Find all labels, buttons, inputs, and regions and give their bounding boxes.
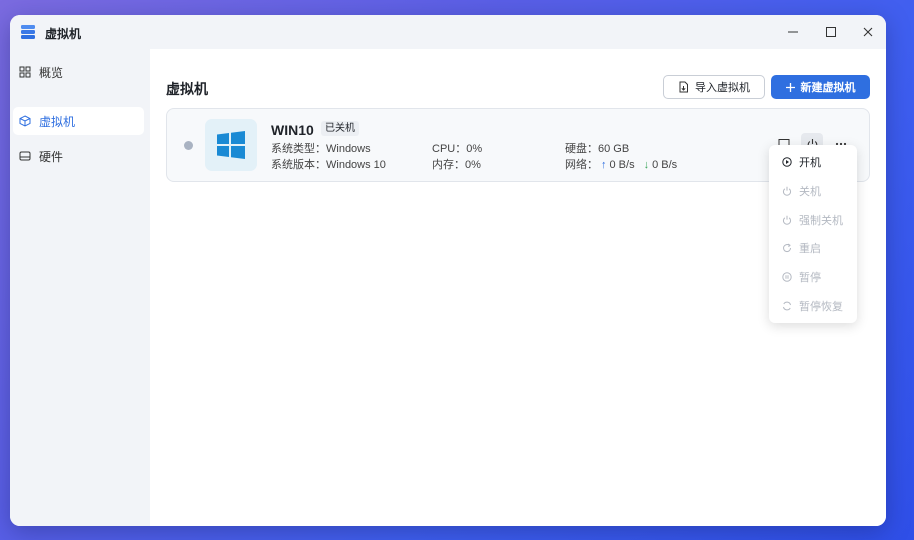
grid-icon xyxy=(19,65,33,79)
os-version-row: 系统版本：Windows 10 xyxy=(271,156,386,172)
menu-item-force-shutdown[interactable]: 强制关机 xyxy=(769,209,857,231)
power-menu: 开机 关机 强制关机 重启 暂停 暂停恢复 xyxy=(769,145,857,323)
memory-value: 0% xyxy=(465,159,481,171)
import-vm-button[interactable]: 导入虚拟机 xyxy=(663,75,765,99)
import-vm-label: 导入虚拟机 xyxy=(695,82,750,94)
vm-name: WIN10 xyxy=(271,122,314,138)
vm-card[interactable]: WIN10 已关机 系统类型：Windows 系统版本：Windows 10 C… xyxy=(166,108,870,182)
sidebar-item-hardware[interactable]: 硬件 xyxy=(13,142,144,170)
close-button[interactable] xyxy=(850,15,886,49)
refresh-icon xyxy=(782,301,792,311)
memory-row: 内存：0% xyxy=(432,156,481,172)
menu-item-label: 暂停恢复 xyxy=(799,301,843,313)
menu-item-label: 暂停 xyxy=(799,272,821,284)
page-title: 虚拟机 xyxy=(166,81,208,97)
cpu-label: CPU： xyxy=(432,143,467,155)
os-version-value: Windows 10 xyxy=(326,159,386,171)
menu-item-label: 开机 xyxy=(799,157,821,169)
disk-value: 60 GB xyxy=(598,143,630,155)
restart-icon xyxy=(782,243,792,253)
cpu-row: CPU：0% xyxy=(432,140,482,156)
os-tile xyxy=(205,119,257,171)
menu-item-pause[interactable]: 暂停 xyxy=(769,266,857,288)
menu-item-start[interactable]: 开机 xyxy=(769,151,857,173)
os-type-row: 系统类型：Windows xyxy=(271,140,371,156)
app-window: 虚拟机 概览 虚拟机 硬件 虚拟机 导入虚拟机 新建虚拟机 WIN10 已关机 … xyxy=(10,15,886,526)
status-indicator xyxy=(184,141,193,150)
arrow-down-icon: ↓ xyxy=(643,159,650,171)
sidebar-item-overview[interactable]: 概览 xyxy=(13,58,144,86)
menu-item-resume[interactable]: 暂停恢复 xyxy=(769,295,857,317)
sidebar-item-label: 硬件 xyxy=(39,149,64,164)
os-type-label: 系统类型： xyxy=(271,143,326,155)
maximize-button[interactable] xyxy=(813,15,849,49)
server-stack-icon xyxy=(20,24,36,40)
memory-label: 内存： xyxy=(432,159,465,171)
download-value: 0 B/s xyxy=(652,159,678,171)
sidebar-item-vm[interactable]: 虚拟机 xyxy=(13,107,144,135)
disk-row: 硬盘：60 GB xyxy=(565,140,629,156)
network-label: 网络： xyxy=(565,159,598,171)
power-icon xyxy=(782,186,792,196)
pause-circle-icon xyxy=(782,272,792,282)
menu-item-restart[interactable]: 重启 xyxy=(769,237,857,259)
file-import-icon xyxy=(678,81,689,93)
upload-value: 0 B/s xyxy=(609,159,635,171)
sidebar-item-label: 概览 xyxy=(39,65,64,80)
sidebar: 概览 虚拟机 硬件 xyxy=(10,49,150,526)
cpu-value: 0% xyxy=(466,143,483,155)
menu-item-label: 关机 xyxy=(799,186,821,198)
new-vm-button[interactable]: 新建虚拟机 xyxy=(771,75,870,99)
new-vm-label: 新建虚拟机 xyxy=(800,82,856,94)
windows-logo-icon xyxy=(216,130,246,160)
menu-item-shutdown[interactable]: 关机 xyxy=(769,180,857,202)
status-badge: 已关机 xyxy=(321,121,359,136)
window-title: 虚拟机 xyxy=(45,27,82,41)
network-row: 网络： ↑ 0 B/s ↓ 0 B/s xyxy=(565,156,677,172)
sidebar-item-label: 虚拟机 xyxy=(39,114,76,129)
minimize-button[interactable] xyxy=(775,15,811,49)
arrow-up-icon: ↑ xyxy=(601,159,607,171)
drive-icon xyxy=(19,149,33,163)
os-type-value: Windows xyxy=(326,143,371,155)
title-bar: 虚拟机 xyxy=(10,15,886,49)
cube-icon xyxy=(19,114,33,128)
os-version-label: 系统版本： xyxy=(271,159,326,171)
power-icon xyxy=(782,215,792,225)
play-circle-icon xyxy=(782,157,792,167)
plus-icon xyxy=(785,82,795,92)
disk-label: 硬盘： xyxy=(565,143,598,155)
menu-item-label: 重启 xyxy=(799,243,821,255)
menu-item-label: 强制关机 xyxy=(799,215,843,227)
